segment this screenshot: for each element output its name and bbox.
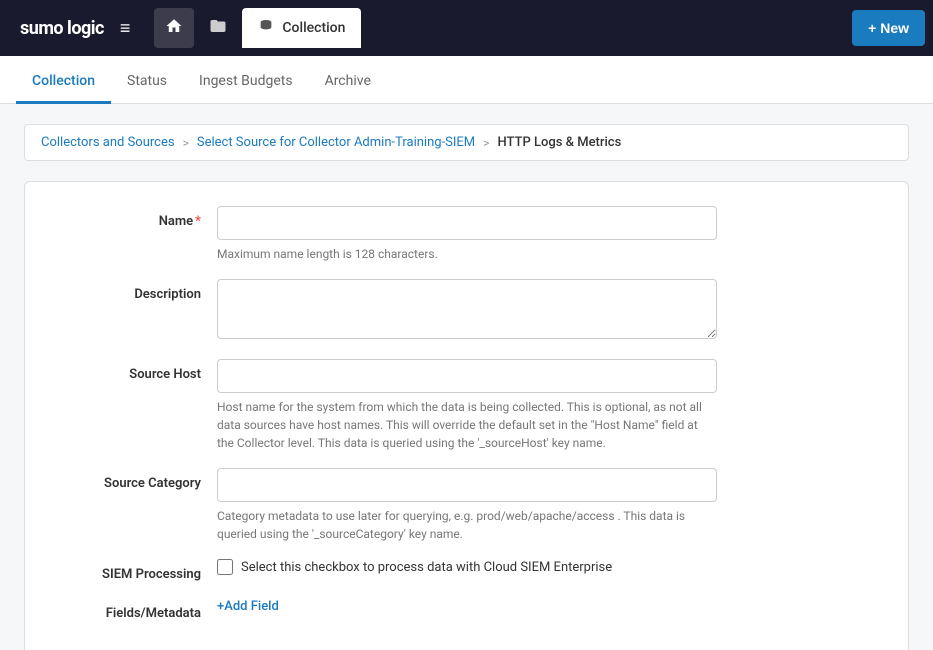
collection-tab-label: Collection [282,20,345,36]
source-category-label: Source Category [57,468,217,491]
brand-logo-area: sumo logic ≡ [8,14,150,43]
breadcrumb-sep-1: > [183,136,189,150]
siem-checkbox[interactable] [217,559,233,575]
main-content: Collectors and Sources > Select Source f… [0,104,933,650]
siem-processing-label: SIEM Processing [57,559,217,582]
new-button-label: + New [868,20,909,36]
source-category-input[interactable] [217,468,717,502]
name-label: Name* [57,206,217,229]
breadcrumb-select-source[interactable]: Select Source for Collector Admin-Traini… [197,135,475,150]
add-field-button[interactable]: +Add Field [217,599,279,614]
description-label: Description [57,279,217,302]
fields-metadata-field-container: +Add Field [217,598,717,614]
breadcrumb-sep-2: > [483,136,489,150]
source-category-field-container: Category metadata to use later for query… [217,468,717,543]
source-category-hint: Category metadata to use later for query… [217,507,717,543]
fields-metadata-row: Fields/Metadata +Add Field [57,598,876,621]
menu-icon[interactable]: ≡ [112,14,139,43]
content-area: Collection Status Ingest Budgets Archive… [0,56,933,650]
source-host-input[interactable] [217,359,717,393]
form-card: Name* Maximum name length is 128 charact… [24,181,909,650]
name-input[interactable] [217,206,717,240]
tab-status[interactable]: Status [111,61,183,104]
description-input[interactable] [217,279,717,339]
name-field-container: Maximum name length is 128 characters. [217,206,717,263]
breadcrumb: Collectors and Sources > Select Source f… [24,124,909,161]
collection-tab[interactable]: Collection [242,8,361,48]
breadcrumb-collectors[interactable]: Collectors and Sources [41,135,175,150]
home-button[interactable] [154,8,194,48]
tab-archive[interactable]: Archive [309,61,387,104]
tab-ingest-budgets[interactable]: Ingest Budgets [183,61,309,104]
name-row: Name* Maximum name length is 128 charact… [57,206,876,263]
source-category-row: Source Category Category metadata to use… [57,468,876,543]
description-row: Description [57,279,876,343]
name-hint: Maximum name length is 128 characters. [217,245,717,263]
folder-icon [209,17,227,40]
name-required: * [195,214,201,229]
breadcrumb-current: HTTP Logs & Metrics [497,135,621,150]
collection-tab-icon [258,18,274,38]
siem-processing-field-container: Select this checkbox to process data wit… [217,559,717,575]
navbar: sumo logic ≡ Collection + New [0,0,933,56]
source-host-field-container: Host name for the system from which the … [217,359,717,452]
siem-checkbox-label[interactable]: Select this checkbox to process data wit… [241,560,612,575]
folder-button[interactable] [198,8,238,48]
source-host-row: Source Host Host name for the system fro… [57,359,876,452]
source-host-label: Source Host [57,359,217,382]
brand-logo: sumo logic [20,18,104,39]
source-host-hint: Host name for the system from which the … [217,398,717,452]
tabs-bar: Collection Status Ingest Budgets Archive [0,56,933,104]
description-field-container [217,279,717,343]
fields-metadata-label: Fields/Metadata [57,598,217,621]
tab-collection[interactable]: Collection [16,61,111,104]
siem-checkbox-row: Select this checkbox to process data wit… [217,559,717,575]
home-icon [165,17,183,40]
siem-processing-row: SIEM Processing Select this checkbox to … [57,559,876,582]
new-button[interactable]: + New [852,10,925,46]
